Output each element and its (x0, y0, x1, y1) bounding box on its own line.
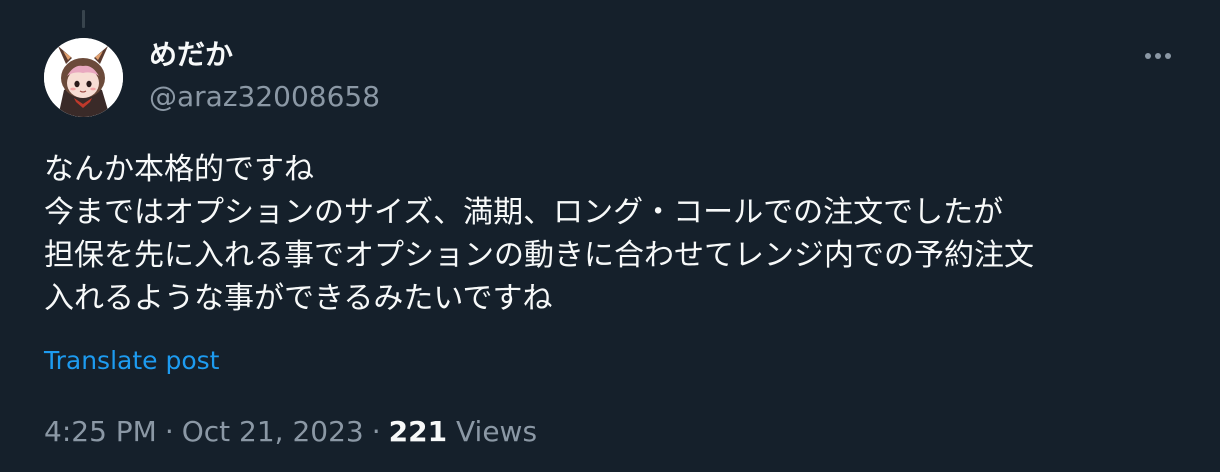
tweet-date[interactable]: Oct 21, 2023 (182, 415, 364, 448)
tweet-metadata: 4:25 PM · Oct 21, 2023 · 221 Views (44, 413, 537, 451)
tweet-text-line: 今まではオプションのサイズ、満期、ロング・コールでの注文でしたが (44, 195, 1004, 230)
views-count[interactable]: 221 (389, 415, 447, 448)
author-avatar[interactable] (44, 38, 123, 117)
tweet-text-line: 担保を先に入れる事でオプションの動きに合わせてレンジ内での予約注文 (44, 238, 1034, 273)
meta-separator: · (164, 415, 174, 448)
more-dots-icon (1145, 53, 1171, 59)
meta-separator: · (371, 415, 381, 448)
thread-connector-line (82, 10, 85, 28)
tweet-time[interactable]: 4:25 PM (44, 415, 157, 448)
tweet-text-line: 入れるような事ができるみたいですね (44, 281, 553, 316)
author-handle[interactable]: @araz32008658 (149, 79, 380, 115)
author-display-name[interactable]: めだか (149, 38, 233, 72)
translate-post-link[interactable]: Translate post (44, 344, 219, 378)
anime-avatar-icon (44, 38, 123, 117)
tweet-text: なんか本格的ですね 今まではオプションのサイズ、満期、ロング・コールでの注文でし… (44, 148, 1194, 320)
more-options-button[interactable] (1136, 40, 1180, 72)
tweet-text-line: なんか本格的ですね (44, 152, 314, 187)
views-label[interactable]: Views (456, 415, 537, 448)
